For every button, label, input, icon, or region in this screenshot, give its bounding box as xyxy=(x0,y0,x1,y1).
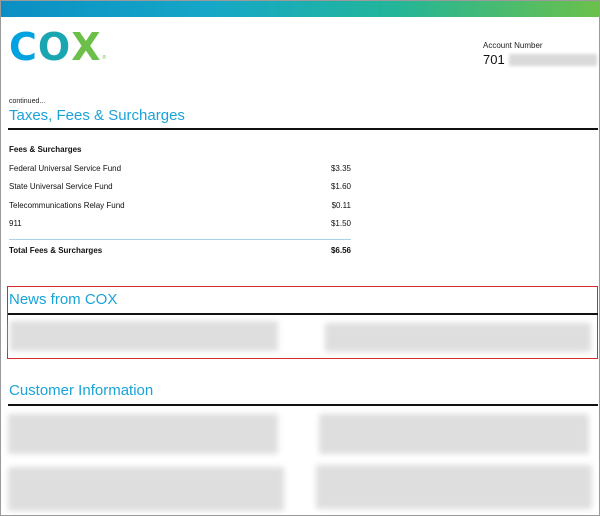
logo-letter-x: X xyxy=(71,25,102,69)
customer-section-rule xyxy=(8,404,598,406)
news-item-redacted xyxy=(325,323,591,352)
news-item-redacted xyxy=(10,321,278,351)
account-number-prefix: 701 xyxy=(483,52,505,67)
registered-mark: ® xyxy=(102,55,107,61)
news-section-title: News from COX xyxy=(9,291,118,308)
account-number-value: 701 xyxy=(483,52,597,67)
total-divider xyxy=(9,239,351,240)
fee-row: Telecommunications Relay Fund $0.11 xyxy=(9,201,351,210)
fee-amount: $0.11 xyxy=(331,201,351,210)
bill-page: C O X ® Account Number 701 continued... … xyxy=(0,0,600,516)
customer-section-title: Customer Information xyxy=(9,382,154,399)
account-number-label: Account Number xyxy=(483,41,543,50)
fee-label: 911 xyxy=(9,219,22,228)
brand-gradient-bar xyxy=(1,1,599,17)
fee-row: Federal Universal Service Fund $3.35 xyxy=(9,164,351,173)
customer-info-redacted xyxy=(316,465,592,509)
taxes-section-rule xyxy=(8,128,598,130)
logo-letter-o: O xyxy=(37,25,72,69)
fee-label: Federal Universal Service Fund xyxy=(9,164,122,173)
taxes-section-title: Taxes, Fees & Surcharges xyxy=(9,107,185,124)
cox-logo: C O X ® xyxy=(9,25,107,69)
account-number-block: Account Number 701 xyxy=(483,41,597,67)
fee-total-amount: $6.56 xyxy=(330,246,351,255)
customer-info-redacted xyxy=(8,414,278,454)
fees-subheading: Fees & Surcharges xyxy=(9,145,82,154)
fee-amount: $3.35 xyxy=(330,164,351,173)
fee-total-row: Total Fees & Surcharges $6.56 xyxy=(9,246,351,255)
customer-info-redacted xyxy=(319,414,589,454)
fee-row: State Universal Service Fund $1.60 xyxy=(9,182,351,191)
logo-letter-c: C xyxy=(9,25,38,69)
customer-info-redacted xyxy=(8,467,284,511)
account-number-redaction xyxy=(508,53,597,66)
fee-label: State Universal Service Fund xyxy=(9,182,113,191)
fee-amount: $1.60 xyxy=(330,182,351,191)
continued-note: continued... xyxy=(9,98,46,105)
news-section-rule xyxy=(8,313,598,315)
fee-amount: $1.50 xyxy=(330,219,351,228)
fee-row: 911 $1.50 xyxy=(9,219,351,228)
fee-label: Telecommunications Relay Fund xyxy=(9,201,125,210)
fee-total-label: Total Fees & Surcharges xyxy=(9,246,103,255)
